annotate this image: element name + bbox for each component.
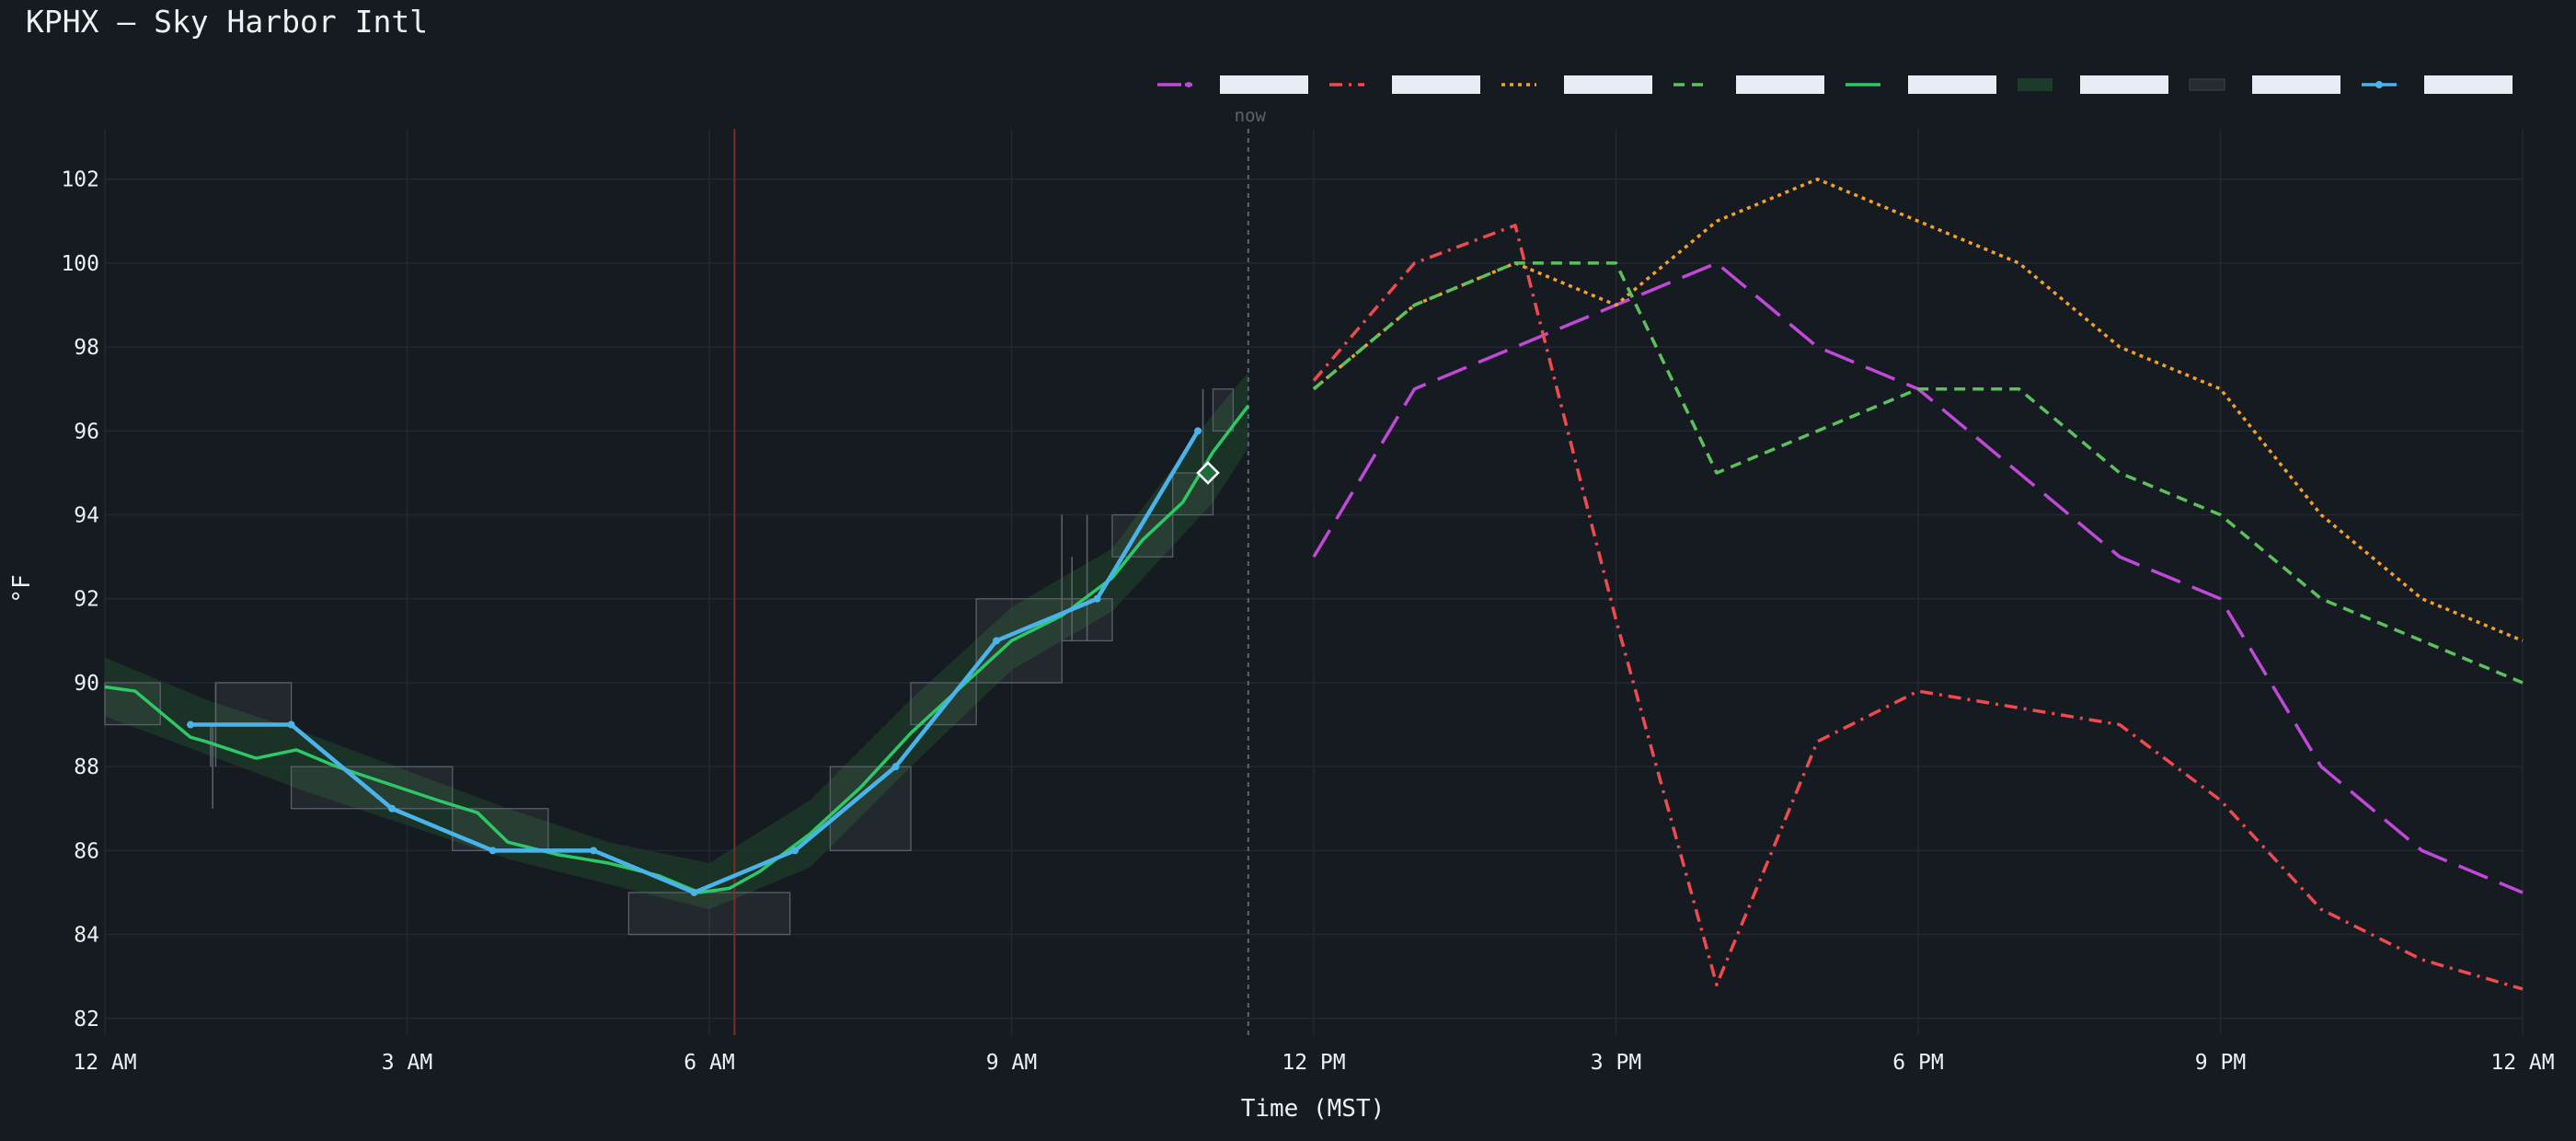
y-tick-label: 86: [74, 839, 99, 863]
x-tick-labels: 12 AM 3 AM 6 AM 9 AM 12 PM 3 PM 6 PM 9 PM 12 AM: [73, 1051, 2554, 1075]
y-tick-label: 96: [74, 420, 99, 444]
x-tick-label: 3 PM: [1591, 1051, 1641, 1075]
series-point-blue: [690, 888, 698, 896]
y-tick-label: 82: [74, 1008, 99, 1032]
x-tick-label: 6 PM: [1892, 1051, 1943, 1075]
x-tick-label: 6 AM: [684, 1051, 734, 1075]
y-axis-label: °F: [8, 574, 36, 603]
series-point-blue: [891, 763, 900, 771]
reference-lines: [733, 129, 1249, 1035]
observation-range-boxes: [104, 388, 1235, 936]
legend-swatch: [2018, 78, 2053, 91]
legend-swatch: [2189, 78, 2225, 91]
legend-item-green-band: [2018, 75, 2168, 94]
grid-lines: [104, 129, 2524, 1035]
x-tick-label: 9 PM: [2195, 1051, 2246, 1075]
series-point-blue: [1093, 594, 1101, 603]
y-tick-label: 98: [74, 336, 99, 360]
series-point-blue: [388, 804, 397, 813]
legend-item-blue-markers: [2362, 75, 2513, 94]
legend-item-purple-longdash: [1157, 75, 1308, 94]
y-tick-label: 94: [74, 504, 99, 528]
series-point-blue: [791, 847, 799, 855]
series-point-blue: [489, 847, 497, 855]
series-point-blue: [1194, 427, 1202, 435]
x-tick-label: 12 PM: [1282, 1051, 1345, 1075]
range-box: [975, 598, 1063, 684]
legend-item-gray-box-legend: [2189, 75, 2340, 94]
legend-label-box: [1736, 75, 1824, 94]
legend: [1157, 75, 2513, 94]
x-axis-label: Time (MST): [1241, 1095, 1386, 1123]
x-tick-label: 3 AM: [382, 1051, 432, 1075]
temperature-chart: 82 84 86 88 90 92 94 96 98 100 102 12 AM 3 AM 6 AM 9 …: [8, 75, 2555, 1123]
legend-marker: [1186, 82, 1191, 87]
legend-label-box: [2252, 75, 2340, 94]
legend-label-box: [1392, 75, 1480, 94]
legend-marker: [2375, 81, 2383, 88]
y-tick-label: 90: [74, 672, 99, 696]
series-line-green-observed: [104, 404, 1250, 894]
now-label: now: [1235, 106, 1267, 126]
legend-item-orange-dotted: [1501, 75, 1652, 94]
y-tick-label: 88: [74, 755, 99, 779]
legend-item-red-dashdot: [1329, 75, 1480, 94]
y-tick-label: 92: [74, 588, 99, 612]
legend-label-box: [1564, 75, 1652, 94]
series-point-blue: [287, 720, 295, 729]
x-tick-label: 12 AM: [73, 1051, 136, 1075]
legend-label-box: [2424, 75, 2513, 94]
y-tick-labels: 82 84 86 88 90 92 94 96 98 100 102: [61, 168, 99, 1032]
range-box: [452, 808, 549, 852]
range-box: [290, 766, 454, 810]
y-tick-label: 100: [61, 252, 99, 276]
range-box: [627, 892, 791, 936]
legend-item-green-dashed: [1673, 75, 1824, 94]
range-box: [214, 682, 293, 726]
series-point-blue: [187, 720, 195, 729]
series-point-blue: [993, 637, 1001, 645]
legend-item-green-observed: [1846, 75, 1996, 94]
series-point-blue: [590, 847, 598, 855]
x-tick-label: 12 AM: [2490, 1051, 2554, 1075]
legend-label-box: [2080, 75, 2168, 94]
y-tick-label: 102: [61, 168, 99, 192]
x-tick-label: 9 AM: [986, 1051, 1037, 1075]
legend-label-box: [1908, 75, 1996, 94]
y-tick-label: 84: [74, 924, 99, 948]
range-box: [1212, 388, 1235, 432]
legend-label-box: [1220, 75, 1308, 94]
